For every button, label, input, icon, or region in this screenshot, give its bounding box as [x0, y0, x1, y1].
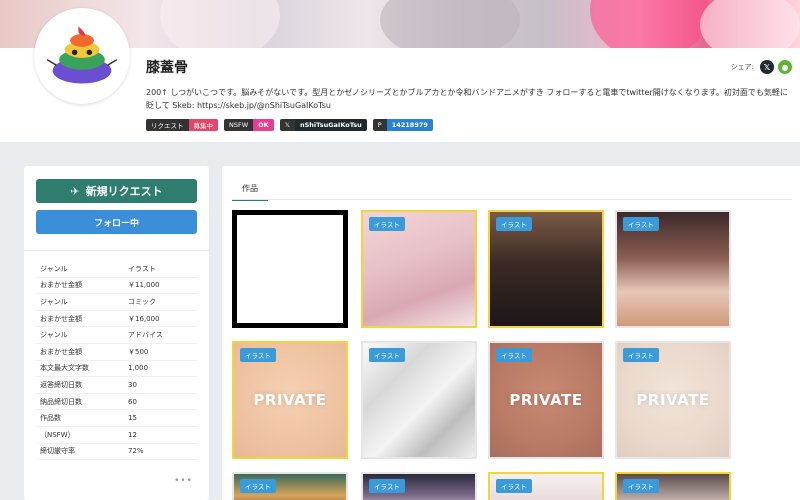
stat-row: （NSFW） 12 — [36, 427, 197, 444]
avatar — [34, 8, 130, 104]
tab-works[interactable]: 作品 — [232, 178, 268, 201]
stat-value: イラスト — [128, 264, 156, 273]
stat-row: 本文最大文字数 1,000 — [36, 361, 197, 378]
private-label: PRIVATE — [509, 391, 583, 409]
stat-value: 60 — [128, 397, 137, 406]
illust-tag: イラスト — [623, 348, 659, 362]
illust-tag: イラスト — [623, 217, 659, 231]
stat-value: ￥11,000 — [128, 281, 160, 290]
profile-bio: 200↑ しつがいこつです。脳みそがないです。型月とかゼノシリーズとかブルアカと… — [146, 88, 788, 110]
stat-key: ジャンル — [40, 264, 68, 273]
stat-row: おまかせ金額 ￥16,000 — [36, 311, 197, 328]
request-status-badge: リクエスト 募集中 — [146, 119, 218, 131]
stat-row: 返答締切日数 30 — [36, 377, 197, 394]
profile-header: 膝蓋骨 シェア: 𝕏 ● 200↑ しつがいこつです。脳みそがないです。型月とか… — [0, 8, 800, 142]
paper-plane-icon: ✈ — [70, 184, 80, 198]
stat-row: 納品締切日数 60 — [36, 394, 197, 411]
work-tile[interactable]: イラスト — [232, 472, 348, 500]
x-logo-icon[interactable]: 𝕏 — [760, 60, 774, 74]
stat-value: 1,000 — [128, 364, 149, 373]
creator-sidebar: ✈ 新規リクエスト フォロー中 ジャンル イラスト おまかせ金額 ￥11,000 ジャン… — [24, 166, 209, 500]
stat-key: 作品数 — [40, 414, 61, 423]
stat-value: 30 — [128, 380, 137, 389]
pixiv-logo-icon: P — [372, 119, 387, 131]
works-panel: 作品 イラスト イラスト イラスト イラスト PRIVATE イラスト イラスト… — [222, 166, 800, 500]
profile-badges: リクエスト 募集中 NSFW OK 𝕏 nShiTsuGaIKoTsu P 14… — [146, 119, 433, 131]
illust-tag: イラスト — [496, 479, 532, 493]
new-request-button[interactable]: ✈ 新規リクエスト — [36, 179, 197, 203]
stat-value: コミック — [128, 297, 156, 306]
stat-row: 作品数 15 — [36, 410, 197, 427]
share-bar: シェア: 𝕏 ● — [731, 60, 792, 74]
private-label: PRIVATE — [253, 391, 327, 409]
stat-value: 72% — [128, 447, 144, 456]
work-tile[interactable]: イラスト — [361, 472, 477, 500]
stat-row: おまかせ金額 ￥500 — [36, 344, 197, 361]
work-tile[interactable]: イラスト — [488, 210, 604, 328]
stat-row: ジャンル イラスト — [36, 261, 197, 278]
stat-row: ジャンル アドバイス — [36, 327, 197, 344]
stat-row: おまかせ金額 ￥11,000 — [36, 278, 197, 295]
follow-button[interactable]: フォロー中 — [36, 210, 197, 234]
illust-tag: イラスト — [240, 479, 276, 493]
work-tile-private[interactable]: イラスト PRIVATE — [232, 341, 348, 459]
work-tile[interactable]: イラスト — [361, 210, 477, 328]
work-tile[interactable] — [232, 210, 348, 328]
stat-key: （NSFW） — [40, 430, 75, 439]
stat-key: 返答締切日数 — [40, 380, 82, 389]
x-account-badge[interactable]: 𝕏 nShiTsuGaIKoTsu — [279, 119, 367, 131]
private-label: PRIVATE — [636, 391, 710, 409]
stat-key: おまかせ金額 — [40, 314, 82, 323]
profile-name: 膝蓋骨 — [146, 60, 188, 76]
illust-tag: イラスト — [369, 479, 405, 493]
more-icon[interactable]: ••• — [174, 476, 193, 486]
work-tile[interactable]: イラスト — [615, 472, 731, 500]
stat-key: 納品締切日数 — [40, 397, 82, 406]
work-tile[interactable]: イラスト — [488, 472, 604, 500]
tab-underline — [232, 199, 792, 200]
stat-key: ジャンル — [40, 331, 68, 340]
stat-key: ジャンル — [40, 297, 68, 306]
stat-key: 本文最大文字数 — [40, 364, 89, 373]
illust-tag: イラスト — [240, 348, 276, 362]
work-tile[interactable]: イラスト — [361, 341, 477, 459]
x-logo-icon: 𝕏 — [279, 119, 295, 131]
illust-tag: イラスト — [496, 217, 532, 231]
stat-key: おまかせ金額 — [40, 281, 82, 290]
stat-value: ￥16,000 — [128, 314, 160, 323]
stat-value: ￥500 — [128, 347, 149, 356]
stat-key: 締切厳守率 — [40, 447, 75, 456]
stats-table: ジャンル イラスト おまかせ金額 ￥11,000 ジャンル コミック おまかせ金額 ￥16,0… — [36, 261, 197, 461]
share-label: シェア: — [730, 63, 754, 71]
line-logo-icon[interactable]: ● — [778, 60, 792, 74]
illust-tag: イラスト — [369, 217, 405, 231]
stat-row: ジャンル コミック — [36, 294, 197, 311]
work-tile-private[interactable]: イラスト PRIVATE — [488, 341, 604, 459]
stat-value: 12 — [128, 430, 137, 439]
stat-value: アドバイス — [128, 331, 163, 340]
pixiv-account-badge[interactable]: P 14218979 — [372, 119, 433, 131]
work-tile[interactable]: イラスト — [615, 210, 731, 328]
stat-value: 15 — [128, 414, 137, 423]
illust-tag: イラスト — [623, 479, 659, 493]
nsfw-badge: NSFW OK — [224, 119, 274, 131]
stat-key: おまかせ金額 — [40, 347, 82, 356]
illust-tag: イラスト — [369, 348, 405, 362]
illust-tag: イラスト — [496, 348, 532, 362]
sidebar-divider — [24, 250, 209, 251]
work-tile-private[interactable]: イラスト PRIVATE — [615, 341, 731, 459]
stat-row: 締切厳守率 72% — [36, 444, 197, 461]
